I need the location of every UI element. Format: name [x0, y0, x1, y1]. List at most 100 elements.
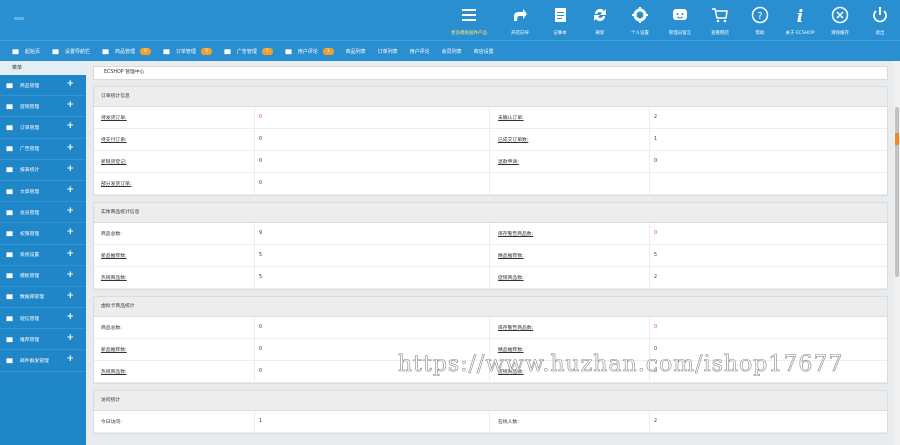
stat-label[interactable]: 库存警告商品数:: [489, 317, 649, 338]
stat-label[interactable]: 精品推荐数:: [489, 245, 649, 266]
expand-plus-icon[interactable]: +: [66, 312, 74, 322]
svg-text:i: i: [797, 7, 803, 24]
nav-item-2[interactable]: 商品管理 0: [102, 47, 151, 55]
toolbar-button-8[interactable]: i 关于 ECSHOP: [780, 0, 820, 40]
expand-plus-icon[interactable]: +: [66, 354, 74, 364]
toolbar-button-0[interactable]: 更多模板插件产品: [438, 0, 500, 40]
watermark: https://www.huzhan.com/ishop17677: [398, 352, 844, 378]
toolbar-button-7[interactable]: ? 帮助: [740, 0, 780, 40]
nav-item-1[interactable]: 设置导航栏: [52, 48, 90, 55]
stat-label[interactable]: 退款申请:: [489, 151, 649, 172]
expand-plus-icon[interactable]: +: [66, 79, 74, 89]
expand-plus-icon[interactable]: +: [66, 249, 74, 259]
stat-label-text[interactable]: 已成交订单数:: [498, 136, 528, 143]
expand-plus-icon[interactable]: +: [66, 100, 74, 110]
sidebar-item-3[interactable]: 广告管理 +: [0, 139, 86, 160]
stat-label[interactable]: 热销商品数:: [94, 361, 254, 382]
stat-label-text[interactable]: 新品推荐数:: [101, 252, 127, 259]
stat-label-text[interactable]: 精品推荐数:: [498, 252, 524, 259]
nav-item-7[interactable]: 订单列表: [378, 48, 398, 55]
nav-item-label: 会员列表: [441, 48, 462, 55]
toolbar-button-2[interactable]: 记事本: [540, 0, 580, 40]
sidebar-item-11[interactable]: 短信管理 +: [0, 308, 86, 330]
toolbar-button-label: 更多模板插件产品: [451, 31, 487, 36]
stat-label[interactable]: 未确认订单:: [489, 107, 649, 128]
stat-label-text[interactable]: 部分发货订单:: [101, 180, 131, 187]
toolbar-button-3[interactable]: 刷新: [580, 0, 620, 40]
nav-item-0[interactable]: 起始页: [12, 48, 40, 55]
stat-label[interactable]: 已成交订单数:: [489, 129, 649, 150]
sidebar-item-4[interactable]: 报表统计 +: [0, 160, 86, 181]
stat-value-text: 0: [259, 115, 263, 120]
expand-plus-icon[interactable]: +: [66, 143, 74, 153]
expand-plus-icon[interactable]: +: [66, 185, 74, 195]
stat-label-text[interactable]: 库存警告商品数:: [498, 324, 533, 331]
nav-item-6[interactable]: 商品列表: [346, 48, 366, 55]
stat-label-text: 今日访问:: [101, 420, 122, 425]
stat-label-text[interactable]: 库存警告商品数:: [498, 230, 533, 237]
stat-value-text: 9: [259, 231, 263, 236]
stat-value: 5: [254, 267, 489, 288]
stat-label-text[interactable]: 热销商品数:: [101, 368, 127, 375]
stat-label-text[interactable]: 待支付订单:: [101, 136, 127, 143]
expand-plus-icon[interactable]: +: [66, 227, 74, 237]
sidebar-item-label: 权限管理: [20, 231, 40, 237]
toolbar-button-9[interactable]: 清除缓存: [820, 0, 860, 40]
sidebar-item-6[interactable]: 会员管理 +: [0, 202, 86, 224]
panel-title: 订单统计信息: [94, 87, 887, 107]
stat-label-text[interactable]: 促销商品数:: [498, 274, 524, 281]
nav-item-4[interactable]: 广告管理 1: [224, 47, 273, 55]
count-badge: 1: [261, 47, 273, 55]
stat-label-text[interactable]: 退款申请:: [498, 158, 519, 165]
scrollbar[interactable]: [894, 61, 900, 445]
stat-label[interactable]: 部分发货订单:: [94, 173, 254, 194]
sidebar-item-5[interactable]: 文章管理 +: [0, 181, 86, 203]
nav-item-10[interactable]: 商店设置: [474, 48, 494, 55]
stat-label[interactable]: 热销商品数:: [94, 267, 254, 288]
toolbar-button-label: 帮助: [755, 31, 765, 36]
sidebar-item-7[interactable]: 权限管理 +: [0, 223, 86, 245]
toolbar-button-1[interactable]: 开店向导: [500, 0, 540, 40]
stat-label-text[interactable]: 新缺货登记:: [101, 158, 127, 165]
expand-plus-icon[interactable]: +: [66, 164, 74, 174]
sidebar-item-9[interactable]: 模板管理 +: [0, 266, 86, 287]
table-row: 商品总数: 0 库存警告商品数: 0: [94, 317, 887, 339]
toolbar-button-label: 开店向导: [511, 31, 529, 36]
stat-label-text[interactable]: 待发货订单:: [101, 114, 127, 121]
expand-plus-icon[interactable]: +: [66, 333, 74, 343]
stat-label-text[interactable]: 未确认订单:: [498, 114, 524, 121]
sidebar-item-1[interactable]: 促销管理 +: [0, 96, 86, 118]
stat-label[interactable]: 库存警告商品数:: [489, 223, 649, 244]
expand-plus-icon[interactable]: +: [66, 206, 74, 216]
expand-plus-icon[interactable]: +: [66, 270, 74, 280]
expand-plus-icon[interactable]: +: [66, 291, 74, 301]
sidebar-item-8[interactable]: 系统设置 +: [0, 245, 86, 266]
toolbar-button-5[interactable]: 管理员留言: [660, 0, 700, 40]
toolbar-button-6[interactable]: 查看网店: [700, 0, 740, 40]
toolbar-button-4[interactable]: 个人设置: [620, 0, 660, 40]
clipboard-icon: [6, 124, 13, 131]
stat-label[interactable]: 待发货订单:: [94, 107, 254, 128]
stat-label-text[interactable]: 新品推荐数:: [101, 346, 127, 353]
stat-label[interactable]: 促销商品数:: [489, 267, 649, 288]
stat-label-text[interactable]: 热销商品数:: [101, 274, 127, 281]
stat-label[interactable]: 新品推荐数:: [94, 245, 254, 266]
sidebar-item-13[interactable]: 邮件群发管理 +: [0, 350, 86, 372]
stat-label[interactable]: 新品推荐数:: [94, 339, 254, 360]
nav-item-8[interactable]: 用户评论: [410, 48, 430, 55]
stat-label[interactable]: 新缺货登记:: [94, 151, 254, 172]
sidebar-item-10[interactable]: 数据库管理 +: [0, 287, 86, 309]
expand-plus-icon[interactable]: +: [66, 121, 74, 131]
folder-icon: [102, 48, 109, 55]
nav-item-9[interactable]: 会员列表: [442, 48, 462, 55]
stat-value-text: 0: [259, 325, 263, 330]
sidebar-item-2[interactable]: 订单管理 +: [0, 117, 86, 139]
panel-title: 实体商品统计信息: [94, 203, 887, 223]
stat-label[interactable]: 待支付订单:: [94, 129, 254, 150]
sidebar-item-12[interactable]: 推荐管理 +: [0, 329, 86, 351]
sidebar-item-0[interactable]: 商品管理 +: [0, 75, 86, 97]
toolbar-button-10[interactable]: 退出: [860, 0, 900, 40]
nav-item-3[interactable]: 订单管理 3: [163, 47, 212, 55]
svg-text:?: ?: [757, 11, 762, 22]
nav-item-5[interactable]: 用户评论 1: [285, 47, 334, 55]
